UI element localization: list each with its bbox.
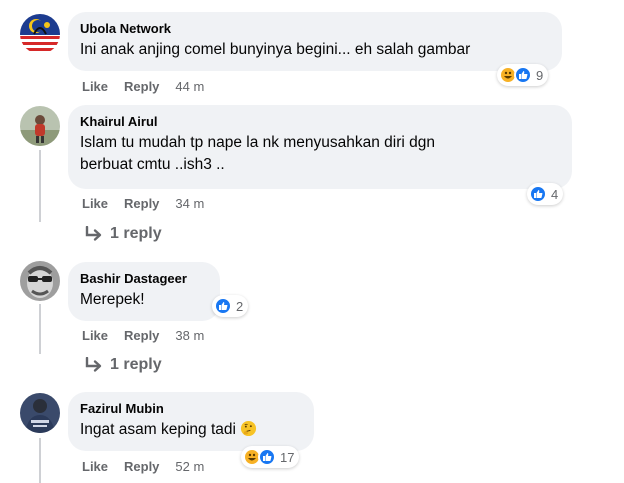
like-button[interactable]: Like [82, 328, 108, 343]
like-icon [214, 297, 232, 315]
reaction-count: 17 [280, 449, 295, 465]
view-replies-label: 1 reply [110, 225, 162, 242]
like-button[interactable]: Like [82, 79, 108, 94]
comment-bubble: Fazirul Mubin Ingat asam keping tadi [68, 392, 314, 451]
avatar[interactable] [20, 14, 60, 54]
comment-timestamp[interactable]: 44 m [175, 79, 204, 94]
comment-author[interactable]: Ubola Network [80, 20, 550, 37]
comment-author[interactable]: Khairul Airul [80, 113, 560, 130]
comment-text: Merepek! [80, 291, 145, 308]
like-button[interactable]: Like [82, 196, 108, 211]
like-button[interactable]: Like [82, 459, 108, 474]
reaction-count: 9 [536, 67, 544, 83]
like-icon [514, 66, 532, 84]
avatar[interactable] [20, 261, 60, 301]
comment-timestamp[interactable]: 34 m [175, 196, 204, 211]
comment-actions: Like Reply 34 m [82, 196, 204, 211]
thread-line [39, 438, 41, 483]
reply-button[interactable]: Reply [124, 459, 159, 474]
comment-text: Islam tu mudah tp nape la nk menyusahkan… [80, 134, 435, 173]
view-replies-link[interactable]: 1 reply [84, 225, 162, 243]
reaction-count: 4 [551, 186, 559, 202]
comment-author[interactable]: Bashir Dastageer [80, 270, 208, 287]
thread-line [39, 150, 41, 222]
comment-actions: Like Reply 38 m [82, 328, 204, 343]
comment-timestamp[interactable]: 38 m [175, 328, 204, 343]
avatar[interactable] [20, 106, 60, 146]
reaction-count: 2 [236, 298, 244, 314]
thinking-face-emoji [241, 420, 257, 437]
comment-text-body: Ingat asam keping tadi [80, 421, 236, 438]
avatar-image [20, 261, 60, 301]
avatar[interactable] [20, 393, 60, 433]
thread-line [39, 304, 41, 354]
comment-actions: Like Reply 52 m [82, 459, 204, 474]
reply-button[interactable]: Reply [124, 196, 159, 211]
view-replies-link[interactable]: 1 reply [84, 356, 162, 374]
reply-button[interactable]: Reply [124, 328, 159, 343]
comment-author[interactable]: Fazirul Mubin [80, 400, 302, 417]
comment-bubble: Bashir Dastageer Merepek! [68, 262, 220, 321]
reply-button[interactable]: Reply [124, 79, 159, 94]
view-replies-label: 1 reply [110, 356, 162, 373]
comment-actions: Like Reply 44 m [82, 79, 204, 94]
comment-text: Ini anak anjing comel bunyinya begini...… [80, 41, 471, 58]
reply-arrow-icon [85, 226, 102, 241]
reply-arrow-icon [85, 357, 102, 372]
reaction-summary[interactable]: 9 [497, 64, 549, 86]
avatar-image [20, 106, 60, 146]
comment-text: Ingat asam keping tadi [80, 419, 302, 441]
comment-timestamp[interactable]: 52 m [175, 459, 204, 474]
like-icon [529, 185, 547, 203]
comment-bubble: Khairul Airul Islam tu mudah tp nape la … [68, 105, 572, 189]
like-icon [258, 448, 276, 466]
comment-bubble: Ubola Network Ini anak anjing comel buny… [68, 12, 562, 71]
reaction-summary[interactable]: 2 [212, 295, 249, 317]
reaction-summary[interactable]: 17 [241, 446, 300, 468]
reaction-summary[interactable]: 4 [527, 183, 564, 205]
avatar-image [20, 393, 60, 433]
avatar-image [20, 14, 60, 54]
